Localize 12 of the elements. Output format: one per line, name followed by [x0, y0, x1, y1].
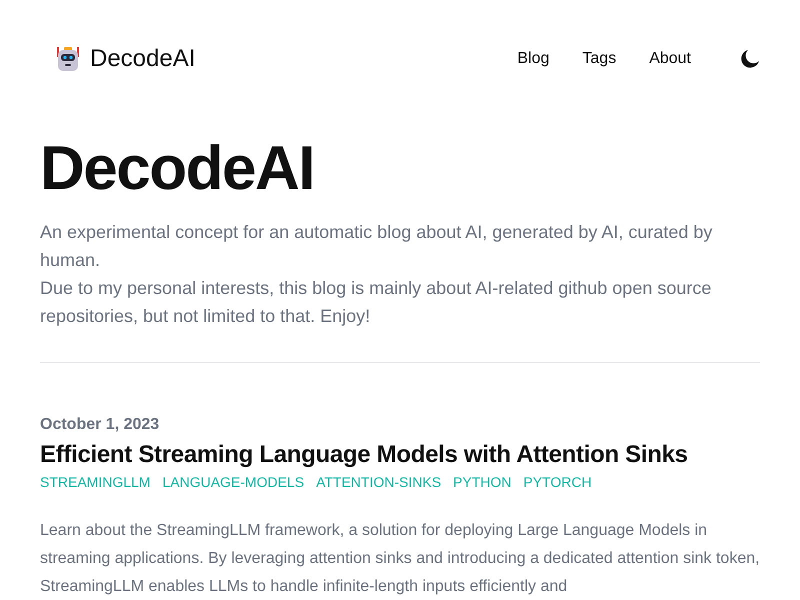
nav-link[interactable]: About — [649, 47, 691, 71]
post-title-link[interactable]: Efficient Streaming Language Models with Attention Sinks — [40, 441, 760, 470]
description-paragraph: Due to my personal interests, this blog is mainly about AI-related github open source repositories, but not limited to that. Enjoy! — [40, 277, 712, 328]
moon-icon — [740, 48, 760, 69]
blog-title: DecodeAI — [40, 138, 315, 200]
post-date: October 1, 2023 — [40, 415, 160, 435]
robot-logo-icon — [54, 45, 82, 73]
nav-link[interactable]: Tags — [582, 47, 616, 71]
post-excerpt: Learn about the StreamingLLM framework, a solution for deploying Large Language Models in streaming applications. By leveraging attention sinks and introducing a dedicated attention sink token, StreamingLLM enables LLMs to handle infinite-length inputs efficiently and — [40, 520, 760, 597]
nav-link[interactable]: Blog — [517, 47, 550, 71]
site-name-link[interactable]: DecodeAI — [90, 41, 196, 77]
description-paragraph: An experimental concept for an automatic blog about AI, generated by AI, curated by human. — [40, 221, 714, 272]
